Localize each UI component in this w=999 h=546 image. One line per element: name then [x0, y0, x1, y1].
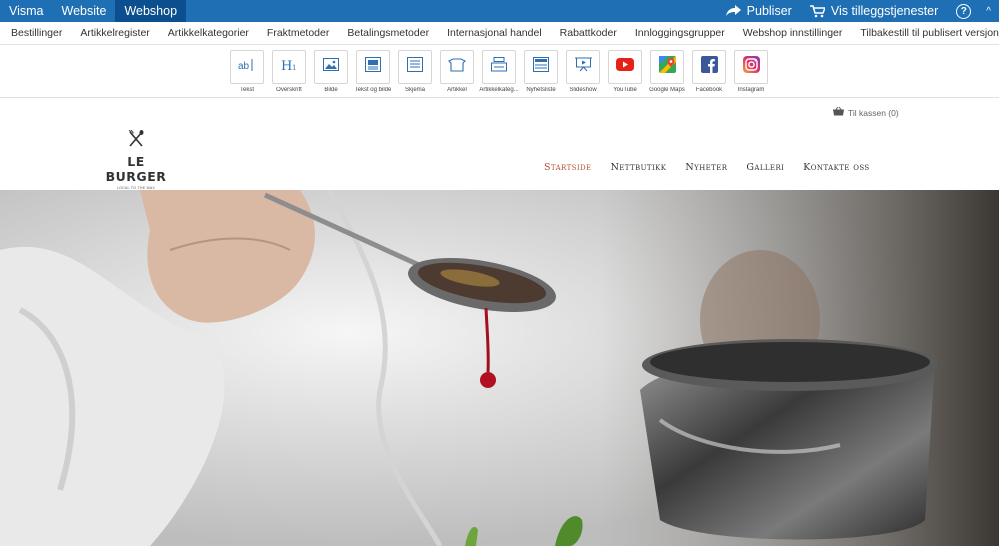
text-image-icon	[365, 57, 381, 77]
addons-button[interactable]: Vis tilleggstjenester	[801, 4, 947, 18]
widget-instagram[interactable]: Instagram	[734, 50, 768, 93]
heading-icon: H1	[280, 58, 298, 77]
widget-label: Artikkel	[447, 87, 467, 93]
hero-image	[0, 190, 999, 546]
cutlery-icon	[128, 129, 144, 151]
site-navigation: Startside Nettbutikk Nyheter Galleri Kon…	[544, 162, 870, 173]
menu-item-shipping-methods[interactable]: Fraktmetoder	[258, 27, 338, 39]
widget-toolbar: ab Tekst H1 Overskrift Bilde Tekst og bi…	[0, 45, 999, 98]
checkout-link[interactable]: Til kassen (0)	[833, 106, 899, 118]
nav-item-home[interactable]: Startside	[544, 162, 592, 173]
widget-label: YouTube	[613, 87, 637, 93]
widget-text-image[interactable]: Tekst og bilde	[354, 50, 392, 93]
publish-button[interactable]: Publiser	[717, 4, 801, 18]
widget-label: Skjema	[404, 87, 425, 93]
tab-webshop[interactable]: Webshop	[115, 0, 187, 22]
tab-visma[interactable]: Visma	[0, 0, 53, 22]
logo-name: LE BURGER	[105, 154, 167, 184]
menu-item-orders[interactable]: Bestillinger	[0, 27, 71, 39]
widget-label: Overskrift	[276, 87, 302, 93]
nav-item-news[interactable]: Nyheter	[685, 162, 727, 173]
widget-news-list[interactable]: Nyhetsliste	[524, 50, 558, 93]
addons-label: Vis tilleggstjenester	[830, 4, 939, 18]
google-maps-icon	[658, 56, 676, 78]
widget-label: Bilde	[324, 87, 338, 93]
image-icon	[323, 58, 339, 76]
widget-image[interactable]: Bilde	[314, 50, 348, 93]
top-actions: Publiser Vis tilleggstjenester ? ^	[717, 0, 999, 22]
nav-item-contact[interactable]: Kontakte oss	[803, 162, 869, 173]
app-tabs: Visma Website Webshop	[0, 0, 187, 22]
widget-article[interactable]: Artikkel	[440, 50, 474, 93]
webshop-menu: Bestillinger Artikkelregister Artikkelka…	[0, 22, 999, 45]
share-arrow-icon	[725, 5, 741, 17]
text-icon: ab	[238, 58, 256, 77]
help-button[interactable]: ?	[947, 3, 980, 19]
form-icon	[407, 57, 423, 77]
youtube-icon	[616, 58, 634, 76]
widget-slideshow[interactable]: Slideshow	[566, 50, 600, 93]
news-list-icon	[533, 57, 549, 77]
widget-label: Instagram	[737, 87, 765, 93]
widget-youtube[interactable]: YouTube	[608, 50, 642, 93]
help-icon: ?	[956, 3, 972, 19]
menu-item-article-categories[interactable]: Artikkelkategorier	[159, 27, 258, 39]
checkout-label: Til kassen (0)	[848, 107, 899, 118]
basket-icon	[833, 106, 844, 118]
nav-item-shop[interactable]: Nettbutikk	[611, 162, 667, 173]
widget-label: Google Maps	[649, 87, 685, 93]
menu-item-login-groups[interactable]: Innloggingsgrupper	[626, 27, 734, 39]
website-header: Til kassen (0) LE BURGER LOCAL TO THE MA…	[0, 98, 999, 190]
widget-label: Slideshow	[569, 87, 597, 93]
chef-pouring-sauce-photo	[0, 190, 999, 546]
publish-label: Publiser	[746, 4, 792, 18]
widget-label: Artikkelkateg...	[479, 87, 519, 93]
svg-text:H: H	[281, 59, 292, 72]
menu-item-webshop-settings[interactable]: Webshop innstillinger	[734, 27, 852, 39]
facebook-icon	[700, 56, 718, 78]
widget-form[interactable]: Skjema	[398, 50, 432, 93]
menu-item-discount-codes[interactable]: Rabattkoder	[551, 27, 626, 39]
widget-label: Nyhetsliste	[526, 87, 556, 93]
tab-website[interactable]: Website	[53, 0, 116, 22]
svg-text:ab: ab	[238, 61, 250, 72]
widget-google-maps[interactable]: Google Maps	[649, 50, 685, 93]
widget-heading[interactable]: H1 Overskrift	[272, 50, 306, 93]
menu-item-article-register[interactable]: Artikkelregister	[71, 27, 158, 39]
nav-item-gallery[interactable]: Galleri	[746, 162, 784, 173]
cart-icon	[809, 4, 825, 18]
widget-facebook[interactable]: Facebook	[692, 50, 726, 93]
menu-item-international-trade[interactable]: Internasjonal handel	[438, 27, 551, 39]
instagram-icon	[742, 56, 760, 78]
top-app-bar: Visma Website Webshop Publiser Vis tille…	[0, 0, 999, 22]
widget-article-category[interactable]: Artikkelkateg...	[479, 50, 519, 93]
restore-published-link[interactable]: Tilbakestill til publisert versjon	[851, 27, 999, 39]
widget-label: Tekst og bilde	[354, 87, 392, 93]
widget-label: Tekst	[239, 87, 254, 93]
collapse-caret-icon[interactable]: ^	[980, 6, 999, 17]
svg-text:1: 1	[292, 64, 296, 72]
menu-item-payment-methods[interactable]: Betalingsmetoder	[338, 27, 438, 39]
article-category-icon	[491, 57, 507, 77]
article-icon	[448, 57, 466, 77]
site-logo[interactable]: LE BURGER LOCAL TO THE MAX	[96, 129, 176, 190]
slideshow-icon	[574, 57, 592, 77]
widget-label: Facebook	[695, 87, 723, 93]
widget-text[interactable]: ab Tekst	[230, 50, 264, 93]
